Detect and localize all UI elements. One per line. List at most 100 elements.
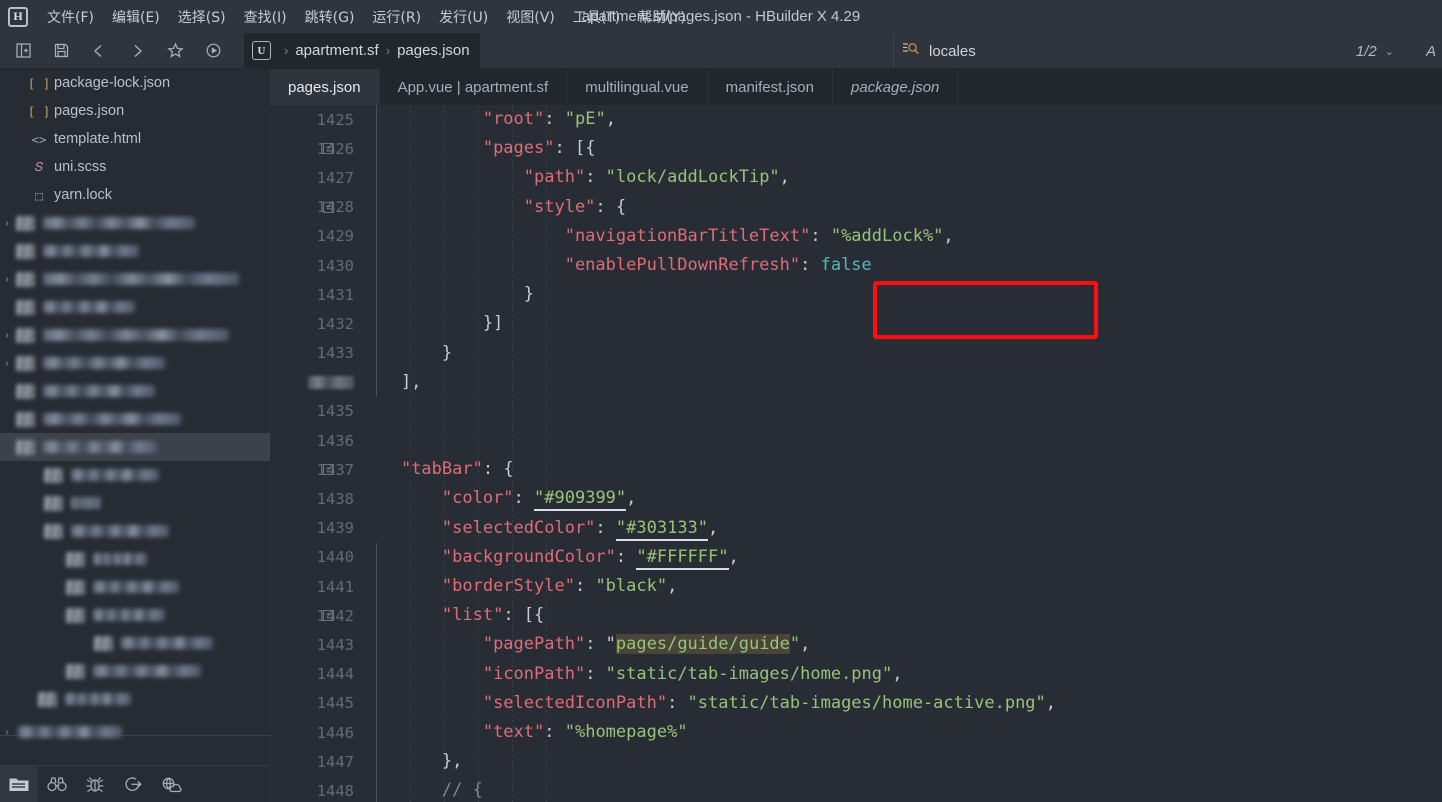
tree-item-redacted[interactable]: › bbox=[0, 349, 270, 377]
tree-twisty[interactable]: › bbox=[0, 358, 14, 369]
menu-select[interactable]: 选择(S) bbox=[169, 3, 235, 31]
code-line[interactable]: "pagePath": "pages/guide/guide", bbox=[360, 630, 1442, 659]
code-line[interactable] bbox=[360, 426, 1442, 455]
menu-edit[interactable]: 编辑(E) bbox=[103, 3, 169, 31]
tree-item-redacted[interactable] bbox=[0, 629, 270, 657]
code-token-pun: } bbox=[360, 284, 534, 305]
page-indicator[interactable]: 1/2 ⌄ bbox=[1356, 33, 1394, 69]
code-line[interactable] bbox=[360, 397, 1442, 426]
code-line[interactable]: "navigationBarTitleText": "%addLock%", bbox=[360, 222, 1442, 251]
tree-item-redacted[interactable] bbox=[0, 601, 270, 629]
tree-twisty[interactable]: › bbox=[0, 218, 14, 229]
code-line[interactable]: }] bbox=[360, 309, 1442, 338]
code-line[interactable]: "path": "lock/addLockTip", bbox=[360, 163, 1442, 192]
fold-toggle-icon[interactable]: − bbox=[323, 201, 334, 213]
menu-find[interactable]: 查找(I) bbox=[235, 3, 296, 31]
tree-item-redacted[interactable]: › bbox=[0, 209, 270, 237]
fold-toggle-icon[interactable]: − bbox=[323, 464, 334, 476]
tab-pages-json[interactable]: pages.json bbox=[270, 69, 380, 105]
code-line[interactable]: // { bbox=[360, 776, 1442, 802]
fold-toggle-icon[interactable]: − bbox=[323, 610, 334, 622]
menu-help[interactable]: 帮助(Y) bbox=[629, 3, 694, 31]
binoculars-search-icon[interactable] bbox=[38, 766, 76, 802]
tree-item-redacted[interactable] bbox=[0, 657, 270, 685]
chevron-down-icon[interactable]: ⌄ bbox=[1385, 45, 1394, 58]
refactor-loop-icon[interactable] bbox=[114, 766, 152, 802]
code-line[interactable]: } bbox=[360, 339, 1442, 368]
tree-item-redacted[interactable] bbox=[0, 405, 270, 433]
code-line[interactable]: "backgroundColor": "#FFFFFF", bbox=[360, 543, 1442, 572]
tree-item-pages-json[interactable]: [ ] pages.json bbox=[0, 97, 270, 125]
tree-item-redacted[interactable] bbox=[0, 377, 270, 405]
code-line[interactable]: "borderStyle": "black", bbox=[360, 572, 1442, 601]
code-line[interactable]: "list": [{ bbox=[360, 601, 1442, 630]
tree-item-yarn-lock[interactable]: ⬚ yarn.lock bbox=[0, 181, 270, 209]
code-token-pun: , bbox=[708, 517, 719, 538]
code-line[interactable]: "selectedColor": "#303133", bbox=[360, 514, 1442, 543]
menu-view[interactable]: 视图(V) bbox=[497, 3, 564, 31]
run-icon[interactable] bbox=[198, 38, 228, 64]
cloud-globe-icon[interactable] bbox=[152, 766, 190, 802]
tree-twisty[interactable]: › bbox=[0, 274, 14, 285]
breadcrumb[interactable]: U › apartment.sf › pages.json bbox=[244, 32, 480, 69]
code-line[interactable]: "color": "#909399", bbox=[360, 484, 1442, 513]
code-content[interactable]: "root": "pE", "pages": [{ "path": "lock/… bbox=[360, 105, 1442, 802]
tree-item-redacted[interactable]: › bbox=[0, 265, 270, 293]
breadcrumb-file[interactable]: pages.json bbox=[397, 42, 470, 59]
breadcrumb-project[interactable]: apartment.sf bbox=[295, 42, 378, 59]
search-input-value[interactable]: locales bbox=[929, 43, 976, 60]
tab-multilingual-vue[interactable]: multilingual.vue bbox=[567, 69, 708, 105]
code-line[interactable]: }, bbox=[360, 747, 1442, 776]
tree-item-package-lock-json[interactable]: [ ] package-lock.json bbox=[0, 69, 270, 97]
code-line[interactable]: "text": "%homepage%" bbox=[360, 718, 1442, 747]
code-line[interactable]: ], bbox=[360, 368, 1442, 397]
search-field[interactable]: locales bbox=[893, 33, 976, 69]
tree-item-redacted[interactable] bbox=[0, 293, 270, 321]
tree-item-redacted[interactable] bbox=[0, 573, 270, 601]
save-icon[interactable] bbox=[46, 38, 76, 64]
project-files-icon[interactable] bbox=[0, 765, 38, 802]
code-line[interactable]: "enablePullDownRefresh": false bbox=[360, 251, 1442, 280]
menu-file[interactable]: 文件(F) bbox=[38, 3, 103, 31]
code-editor[interactable]: 1425 1426− 1427 1428− 1429 1430 1431 1432 1433 14… bbox=[270, 105, 1442, 802]
fold-toggle-icon[interactable]: − bbox=[323, 143, 334, 155]
tab-package-json[interactable]: package.json bbox=[833, 69, 959, 105]
code-line[interactable]: "selectedIconPath": "static/tab-images/h… bbox=[360, 689, 1442, 718]
code-token-key: "selectedIconPath" bbox=[482, 692, 668, 713]
menu-publish[interactable]: 发行(U) bbox=[430, 3, 497, 31]
tree-item-redacted-bottom[interactable]: › bbox=[0, 718, 270, 746]
favorite-star-icon[interactable] bbox=[160, 38, 190, 64]
code-line[interactable]: } bbox=[360, 280, 1442, 309]
menu-tools[interactable]: 工具(T) bbox=[564, 3, 629, 31]
tree-item-uni-scss[interactable]: 𝑆uni.scss bbox=[0, 153, 270, 181]
back-icon[interactable] bbox=[84, 38, 114, 64]
code-token-pun: : bbox=[585, 663, 606, 684]
menu-run[interactable]: 运行(R) bbox=[363, 3, 430, 31]
file-explorer-panel[interactable]: [ ] package-lock.json[ ] pages.json <> templ… bbox=[0, 69, 270, 765]
tree-item-redacted[interactable] bbox=[0, 517, 270, 545]
toggle-sidebar-icon[interactable] bbox=[8, 38, 38, 64]
tab-app-vue[interactable]: App.vue | apartment.sf bbox=[380, 69, 568, 105]
tree-item-redacted[interactable] bbox=[0, 489, 270, 517]
forward-icon[interactable] bbox=[122, 38, 152, 64]
sidebar-tool-strip[interactable] bbox=[0, 765, 270, 802]
code-line[interactable]: "style": { bbox=[360, 193, 1442, 222]
code-line[interactable]: "iconPath": "static/tab-images/home.png"… bbox=[360, 660, 1442, 689]
code-line[interactable]: "pages": [{ bbox=[360, 134, 1442, 163]
editor-tab-bar[interactable]: pages.json App.vue | apartment.sf multilin… bbox=[270, 69, 1442, 105]
bug-debug-icon[interactable] bbox=[76, 766, 114, 802]
tree-item-redacted[interactable] bbox=[0, 685, 270, 713]
folder-icon bbox=[66, 551, 85, 567]
line-number: 1432 bbox=[316, 314, 354, 333]
tree-item-redacted[interactable] bbox=[0, 545, 270, 573]
code-line[interactable]: "tabBar": { bbox=[360, 455, 1442, 484]
tree-item-redacted[interactable] bbox=[0, 433, 270, 461]
tree-item-redacted[interactable]: › bbox=[0, 321, 270, 349]
tree-item-template-html[interactable]: <> template.html bbox=[0, 125, 270, 153]
tab-manifest-json[interactable]: manifest.json bbox=[708, 69, 833, 105]
tree-item-redacted[interactable] bbox=[0, 237, 270, 265]
tree-twisty[interactable]: › bbox=[0, 330, 14, 341]
menu-goto[interactable]: 跳转(G) bbox=[296, 3, 364, 31]
code-line[interactable]: "root": "pE", bbox=[360, 105, 1442, 134]
tree-item-redacted[interactable] bbox=[0, 461, 270, 489]
